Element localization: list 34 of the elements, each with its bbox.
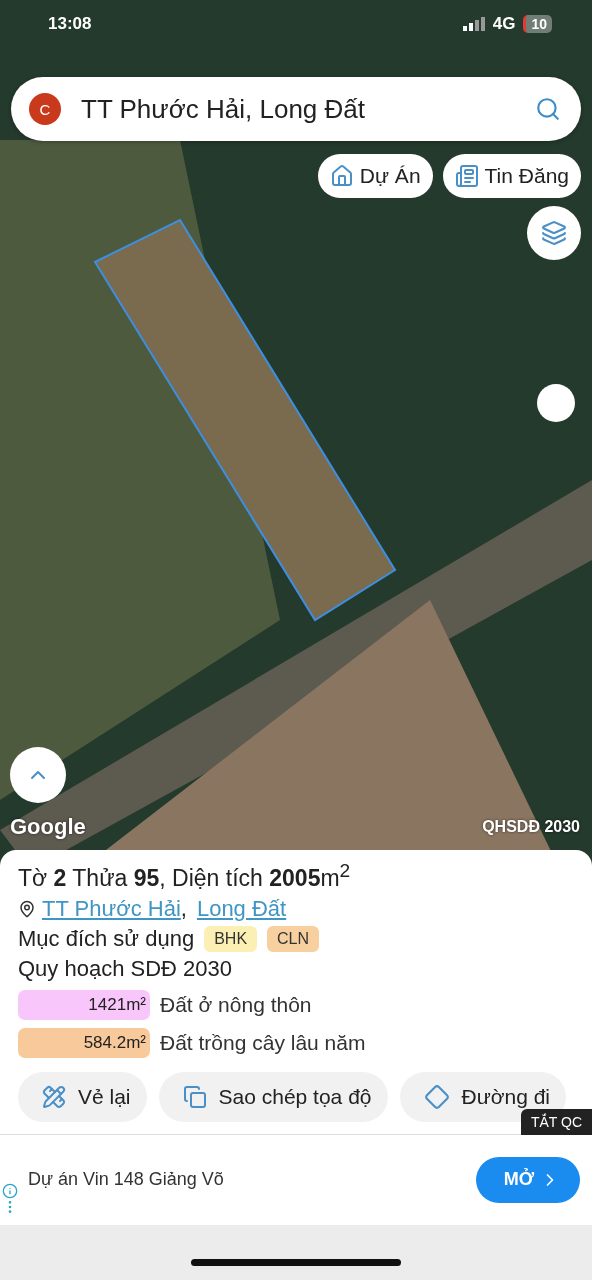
close-ad-button[interactable]: TẮT QC (520, 1108, 592, 1135)
map-layer-label: QHSDĐ 2030 (482, 818, 580, 836)
newspaper-icon (454, 164, 479, 188)
land-type-label: Đất trồng cây lâu năm (160, 1030, 366, 1055)
battery-indicator: 10 (523, 15, 552, 33)
signal-icon (462, 17, 485, 31)
action-button[interactable]: Sao chép tọa độ (158, 1071, 388, 1122)
house-icon (329, 164, 354, 188)
land-use-tag: CLN (267, 925, 320, 952)
copy-icon (182, 1084, 207, 1109)
search-icon[interactable] (535, 96, 561, 122)
network-label: 4G (492, 14, 516, 34)
direction-sign-icon (423, 1083, 450, 1110)
land-type-label: Đất ở nông thôn (160, 992, 312, 1017)
status-time: 13:08 (48, 14, 92, 34)
area-bar: 584.2m² (18, 1027, 150, 1058)
map-filter-chip[interactable]: Tin Đăng (442, 154, 581, 198)
comma: , (180, 895, 187, 922)
land-use-tag: BHK (204, 925, 258, 952)
action-button[interactable]: Vẻ lại (18, 1071, 147, 1122)
plan-label: Quy hoạch SDĐ 2030 (18, 955, 233, 982)
search-text: TT Phước Hải, Long Đất (81, 93, 366, 125)
layers-icon (541, 220, 567, 246)
location-pin-icon (18, 899, 36, 918)
pencil-ruler-icon (42, 1084, 66, 1109)
parcel-title: Tờ 2 Thửa 95, Diện tích 2005m$^{2}$ (18, 860, 352, 892)
usage-label: Mục đích sử dụng (18, 925, 195, 952)
info-icon[interactable] (2, 1182, 18, 1199)
ad-text: Dự án Vin 148 Giảng Võ (28, 1169, 224, 1191)
search-bar[interactable]: C TT Phước Hải, Long Đất (11, 77, 581, 141)
map-attribution: Google (10, 814, 86, 840)
map-filter-chip[interactable]: Dự Án (317, 154, 433, 198)
area-bar: 1421m² (18, 989, 150, 1020)
avatar[interactable]: C (29, 93, 61, 125)
